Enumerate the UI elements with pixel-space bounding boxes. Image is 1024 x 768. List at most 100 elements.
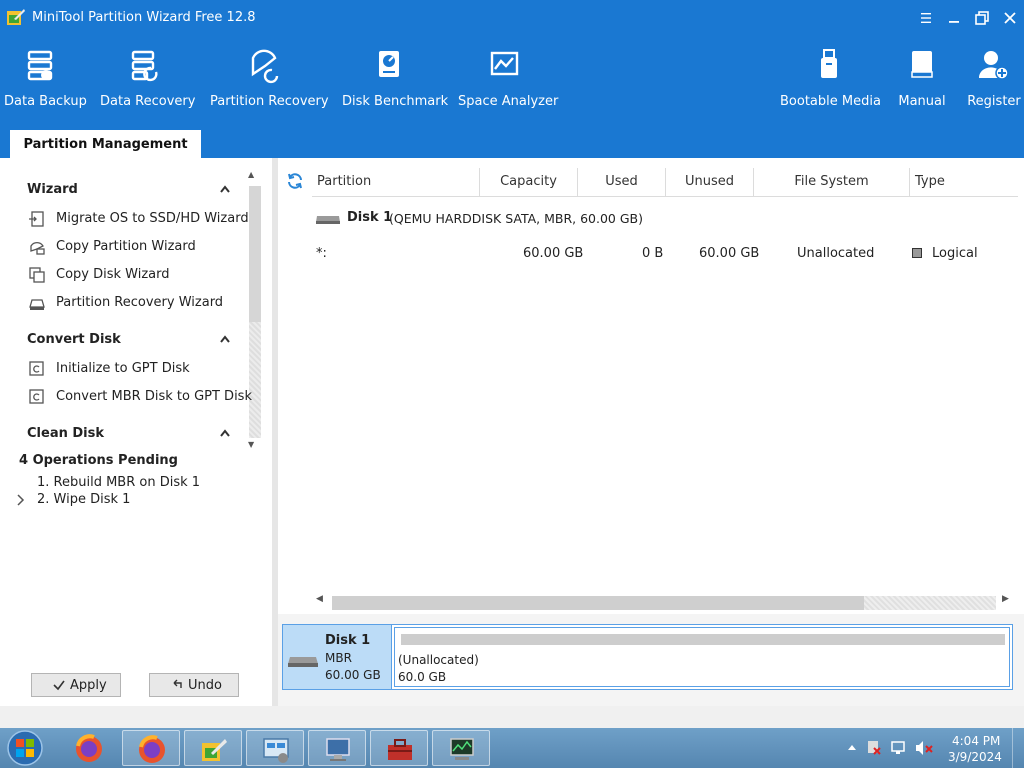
- column-header-partition[interactable]: Partition: [312, 168, 480, 196]
- action-panel: ▲ ▼ Wizard Migrate OS to SSD/HD Wizard C…: [0, 158, 272, 706]
- operation-item[interactable]: 2. Wipe Disk 1: [37, 492, 130, 507]
- control-panel-icon: [263, 738, 289, 763]
- scroll-down-arrow-icon[interactable]: ▼: [248, 440, 254, 449]
- convert-item-mbr-to-gpt[interactable]: Convert MBR Disk to GPT Disk: [28, 386, 252, 408]
- taskbar-firefox-pinned[interactable]: [60, 730, 118, 766]
- cell-capacity[interactable]: 60.00 GB: [523, 246, 583, 261]
- wizard-item-copy-partition[interactable]: Copy Partition Wizard: [28, 236, 243, 258]
- partition-recovery-label: Partition Recovery: [210, 94, 329, 109]
- register-button[interactable]: Register: [966, 48, 1022, 120]
- wizard-item-partition-recovery[interactable]: Partition Recovery Wizard: [28, 292, 243, 314]
- initialize-gpt-icon: [29, 361, 44, 376]
- disk-benchmark-label: Disk Benchmark: [342, 94, 449, 109]
- partition-recovery-button[interactable]: Partition Recovery: [210, 48, 329, 120]
- manual-icon: [911, 51, 933, 78]
- taskbar-toolbox[interactable]: [370, 730, 428, 766]
- wizard-item-label: Partition Recovery Wizard: [56, 295, 224, 310]
- horizontal-scrollbar[interactable]: ◀ ▶: [316, 594, 1010, 610]
- cell-unused[interactable]: 60.00 GB: [699, 246, 759, 261]
- section-convert-disk-title[interactable]: Convert Disk: [27, 332, 121, 347]
- restore-icon[interactable]: [972, 8, 992, 28]
- wizard-item-label: Copy Partition Wizard: [56, 239, 196, 254]
- taskbar-remote-desktop[interactable]: [308, 730, 366, 766]
- partition-block-label: (Unallocated): [398, 653, 479, 667]
- operation-item[interactable]: 1. Rebuild MBR on Disk 1: [37, 475, 200, 490]
- expand-chevron-icon[interactable]: [14, 493, 26, 507]
- title-bar: MiniTool Partition Wizard Free 12.8: [0, 0, 1024, 34]
- cell-file-system[interactable]: Unallocated: [797, 246, 874, 261]
- network-icon[interactable]: [891, 741, 905, 754]
- clock-time[interactable]: 4:04 PM: [952, 734, 1000, 748]
- taskbar-control-panel[interactable]: [246, 730, 304, 766]
- minimize-icon[interactable]: [944, 8, 964, 28]
- register-label: Register: [967, 94, 1021, 109]
- wizard-item-copy-disk[interactable]: Copy Disk Wizard: [28, 264, 243, 286]
- disk-row-description[interactable]: (QEMU HARDDISK SATA, MBR, 60.00 GB): [389, 211, 643, 226]
- disk-benchmark-button[interactable]: Disk Benchmark: [342, 48, 449, 120]
- windows-start-icon[interactable]: [4, 729, 46, 767]
- scroll-right-arrow-icon[interactable]: ▶: [1002, 594, 1009, 604]
- left-scrollbar[interactable]: ▲ ▼: [247, 168, 261, 452]
- disk-map-partition-block[interactable]: (Unallocated) 60.0 GB: [394, 627, 1010, 687]
- partition-recovery-wizard-icon: [29, 299, 45, 310]
- collapse-caret-icon[interactable]: [219, 428, 231, 438]
- collapse-caret-icon[interactable]: [219, 184, 231, 194]
- section-clean-disk-title[interactable]: Clean Disk: [27, 426, 104, 441]
- bootable-media-icon: [821, 49, 837, 78]
- disk-map-size: 60.00 GB: [325, 668, 381, 682]
- scroll-track[interactable]: [249, 322, 261, 438]
- partition-recovery-icon: [251, 49, 279, 84]
- cell-partition[interactable]: *:: [316, 246, 327, 261]
- scroll-thumb[interactable]: [249, 186, 261, 322]
- close-icon[interactable]: [1000, 8, 1020, 28]
- taskbar-partition-wizard[interactable]: [184, 730, 242, 766]
- column-header-type[interactable]: Type: [910, 168, 1016, 196]
- data-recovery-button[interactable]: Data Recovery: [100, 48, 195, 120]
- scroll-thumb[interactable]: [332, 596, 864, 610]
- column-header-capacity[interactable]: Capacity: [480, 168, 578, 196]
- disk-row-name[interactable]: Disk 1: [347, 210, 392, 225]
- disk-map-disk-info[interactable]: Disk 1 MBR 60.00 GB: [283, 625, 392, 689]
- clock-date[interactable]: 3/9/2024: [948, 750, 1002, 764]
- action-center-flag-icon[interactable]: [868, 741, 881, 755]
- copy-partition-icon: [30, 242, 45, 255]
- cell-used[interactable]: 0 B: [642, 246, 663, 261]
- manual-button[interactable]: Manual: [896, 48, 948, 120]
- scroll-up-arrow-icon[interactable]: ▲: [248, 170, 254, 179]
- column-header-unused[interactable]: Unused: [666, 168, 754, 196]
- convert-item-label: Initialize to GPT Disk: [56, 361, 190, 376]
- copy-disk-icon: [29, 267, 45, 283]
- show-hidden-icons-arrow-icon[interactable]: [848, 745, 856, 750]
- convert-item-init-gpt[interactable]: Initialize to GPT Disk: [28, 358, 243, 380]
- disk-map-type: MBR: [325, 651, 352, 665]
- column-header-used[interactable]: Used: [578, 168, 666, 196]
- cell-type[interactable]: Logical: [932, 246, 978, 261]
- monitor-chart-icon: [450, 738, 474, 760]
- tab-partition-management[interactable]: Partition Management: [10, 130, 201, 158]
- firefox-icon: [139, 735, 165, 763]
- app-logo-icon: [7, 9, 25, 25]
- status-strip: [0, 706, 1024, 728]
- toolbox-icon: [388, 739, 412, 760]
- taskbar-firefox[interactable]: [122, 730, 180, 766]
- disk-icon: [288, 657, 318, 667]
- column-header-file-system[interactable]: File System: [754, 168, 910, 196]
- data-backup-label: Data Backup: [4, 94, 87, 109]
- disk-map-row[interactable]: Disk 1 MBR 60.00 GB (Unallocated) 60.0 G…: [282, 624, 1013, 690]
- scroll-track[interactable]: [864, 596, 996, 610]
- show-desktop-button[interactable]: [1012, 728, 1024, 768]
- bootable-media-button[interactable]: Bootable Media: [780, 48, 881, 120]
- undo-button[interactable]: Undo: [149, 673, 239, 697]
- collapse-caret-icon[interactable]: [219, 334, 231, 344]
- menu-icon[interactable]: [916, 8, 936, 28]
- wizard-item-migrate-os[interactable]: Migrate OS to SSD/HD Wizard: [28, 208, 249, 230]
- apply-button[interactable]: Apply: [31, 673, 121, 697]
- refresh-icon[interactable]: [286, 172, 304, 190]
- bootable-media-label: Bootable Media: [780, 94, 881, 109]
- volume-muted-icon[interactable]: [916, 741, 933, 755]
- taskbar-system-monitor[interactable]: [432, 730, 490, 766]
- space-analyzer-button[interactable]: Space Analyzer: [458, 48, 558, 120]
- data-backup-button[interactable]: Data Backup: [4, 48, 87, 120]
- scroll-left-arrow-icon[interactable]: ◀: [316, 594, 323, 604]
- section-wizard-title[interactable]: Wizard: [27, 182, 78, 197]
